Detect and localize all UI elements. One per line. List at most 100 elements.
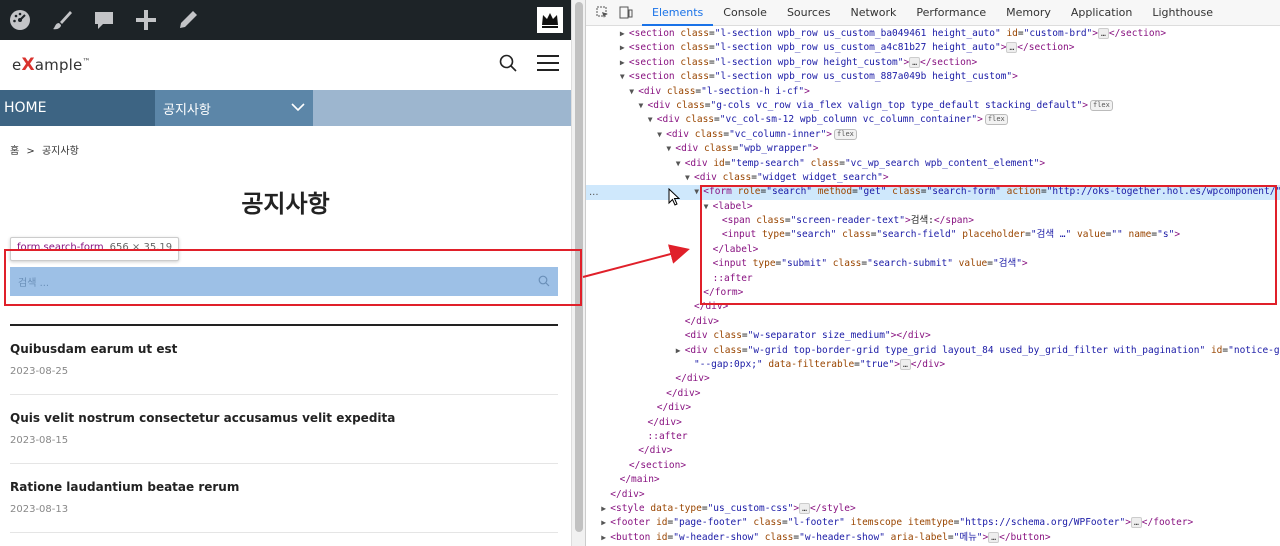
dom-node[interactable]: ▶ <section class="l-section wpb_row heigh… <box>586 56 1280 70</box>
tab-application[interactable]: Application <box>1061 0 1142 26</box>
dom-node[interactable]: </div> <box>586 416 1280 430</box>
list-separator <box>10 463 558 464</box>
search-icon[interactable] <box>499 54 517 76</box>
attr-name: data-filterable <box>768 358 855 370</box>
closing-tag: </div> <box>675 373 710 385</box>
dom-node[interactable]: ▼ <div class="l-section-h i-cf"> <box>586 85 1280 99</box>
dom-node[interactable]: </div> <box>586 315 1280 329</box>
dom-node[interactable]: ▼ <div class="widget widget_search"> <box>586 171 1280 185</box>
nav-notice[interactable]: 공지사항 <box>155 90 313 126</box>
expand-toggle-icon[interactable]: ▶ <box>601 516 610 530</box>
dashboard-icon[interactable] <box>8 8 32 32</box>
expand-toggle-icon[interactable]: ▶ <box>620 41 629 55</box>
tag-name: <div <box>694 171 717 183</box>
attr-value: "page-footer" <box>673 517 748 529</box>
attr-value: "l-section wpb_row height_custom" <box>714 56 904 68</box>
brush-icon[interactable] <box>50 8 74 32</box>
nav-home[interactable]: HOME <box>0 90 155 126</box>
expand-toggle-icon[interactable]: ▼ <box>620 70 629 84</box>
site-logo[interactable]: eXample™ <box>12 55 91 75</box>
dom-node[interactable]: ▶ <footer id="page-footer" class="l-foote… <box>586 516 1280 530</box>
comment-icon[interactable] <box>92 8 116 32</box>
collapsed-content[interactable]: … <box>909 56 921 68</box>
expand-toggle-icon[interactable]: ▼ <box>639 99 648 113</box>
menu-icon[interactable] <box>537 54 559 76</box>
tab-performance[interactable]: Performance <box>906 0 996 26</box>
collapsed-content[interactable]: … <box>1130 517 1142 529</box>
dom-node[interactable]: </div> <box>586 372 1280 386</box>
dom-node[interactable]: ▼ <div id="temp-search" class="vc_wp_sear… <box>586 157 1280 171</box>
tag-bracket: > <box>1039 157 1046 169</box>
post-title[interactable]: Quibusdam earum ut est <box>10 342 558 356</box>
dom-node[interactable]: ::after <box>586 430 1280 444</box>
expand-toggle-icon[interactable]: ▶ <box>601 531 610 545</box>
plus-icon[interactable] <box>134 8 158 32</box>
list-item[interactable]: Quis velit nostrum consectetur accusamus… <box>10 411 558 446</box>
tab-elements[interactable]: Elements <box>642 0 714 26</box>
dom-node[interactable]: ▼ <div class="g-cols vc_row via_flex vali… <box>586 99 1280 113</box>
tab-lighthouse[interactable]: Lighthouse <box>1142 0 1223 26</box>
nav-spacer <box>313 90 571 126</box>
tab-network[interactable]: Network <box>840 0 906 26</box>
dom-node[interactable]: ▶ <div class="w-grid top-border-grid type… <box>586 344 1280 358</box>
dom-node[interactable]: ▼ <div class="wpb_wrapper"> <box>586 142 1280 156</box>
device-toolbar-icon[interactable] <box>618 5 634 21</box>
attr-name: class <box>753 517 782 529</box>
flex-badge[interactable]: flex <box>1089 99 1113 111</box>
dom-node[interactable]: </div> <box>586 444 1280 458</box>
flex-badge[interactable]: flex <box>834 128 857 140</box>
dom-node[interactable]: </main> <box>586 473 1280 487</box>
dom-node[interactable]: ▶ <button id="w-header-show" class="w-hea… <box>586 531 1280 545</box>
tag-bracket: > <box>812 143 819 155</box>
post-title[interactable]: Ratione laudantium beatae rerum <box>10 480 558 494</box>
tab-memory[interactable]: Memory <box>996 0 1061 26</box>
collapsed-content[interactable]: … <box>1006 42 1018 54</box>
dom-node[interactable]: ▶ <style data-type="us_custom-css">… </sty… <box>586 502 1280 516</box>
pencil-icon[interactable] <box>176 8 200 32</box>
dom-node[interactable]: "--gap:0px;" data-filterable="true">… </d… <box>586 358 1280 372</box>
expand-toggle-icon[interactable]: ▼ <box>657 128 666 142</box>
dom-node[interactable]: </div> <box>586 488 1280 502</box>
dom-node[interactable]: <div class="w-separator size_medium"></d… <box>586 329 1280 343</box>
dom-node[interactable]: ▶ <section class="l-section wpb_row us_cu… <box>586 41 1280 55</box>
dom-node[interactable]: ▼ <div class="vc_column-inner"> flex <box>586 128 1280 142</box>
expand-toggle-icon[interactable]: ▼ <box>648 113 657 127</box>
attr-value: "w-header-show" <box>799 531 885 543</box>
gutter-dots[interactable]: ... <box>589 187 599 198</box>
collapsed-content[interactable]: … <box>899 358 911 370</box>
list-separator <box>10 394 558 395</box>
closing-tag: </div> <box>910 358 946 370</box>
attr-value: "--gap:0px;" <box>694 358 763 370</box>
expand-toggle-icon[interactable]: ▶ <box>601 502 610 516</box>
tab-console[interactable]: Console <box>713 0 777 26</box>
expand-toggle-icon[interactable]: ▼ <box>676 157 685 171</box>
user-avatar-icon[interactable] <box>537 7 563 33</box>
expand-toggle-icon[interactable]: ▶ <box>676 344 685 358</box>
dom-node[interactable]: ▼ <section class="l-section wpb_row us_cu… <box>586 70 1280 84</box>
tag-name: <div <box>638 85 662 97</box>
list-separator <box>10 532 558 533</box>
tag-name: <div <box>684 330 708 342</box>
collapsed-content[interactable]: … <box>1098 28 1109 39</box>
dom-node[interactable]: </section> <box>586 459 1280 473</box>
expand-toggle-icon[interactable]: ▼ <box>629 85 638 99</box>
expand-toggle-icon[interactable]: ▶ <box>620 27 629 41</box>
closing-tag: </section> <box>628 459 687 471</box>
collapsed-content[interactable]: … <box>988 531 1000 543</box>
breadcrumb-home[interactable]: 홈 <box>10 146 19 157</box>
expand-toggle-icon[interactable]: ▶ <box>620 56 629 70</box>
list-item[interactable]: Ratione laudantium beatae rerum 2023-08-… <box>10 480 558 515</box>
flex-badge[interactable]: flex <box>984 114 1008 126</box>
post-title[interactable]: Quis velit nostrum consectetur accusamus… <box>10 411 558 425</box>
tag-name: <div <box>684 344 708 356</box>
collapsed-content[interactable]: … <box>799 502 810 514</box>
expand-toggle-icon[interactable]: ▼ <box>685 171 694 185</box>
list-item[interactable]: Quibusdam earum ut est 2023-08-25 <box>10 342 558 377</box>
inspect-element-icon[interactable] <box>594 5 610 21</box>
dom-node[interactable]: ▶ <section class="l-section wpb_row us_cu… <box>586 27 1280 41</box>
dom-node[interactable]: ▼ <div class="vc_col-sm-12 wpb_column vc_… <box>586 113 1280 127</box>
dom-node[interactable]: </div> <box>586 401 1280 415</box>
dom-node[interactable]: </div> <box>586 387 1280 401</box>
tab-sources[interactable]: Sources <box>777 0 841 26</box>
attr-name: id <box>713 157 725 169</box>
